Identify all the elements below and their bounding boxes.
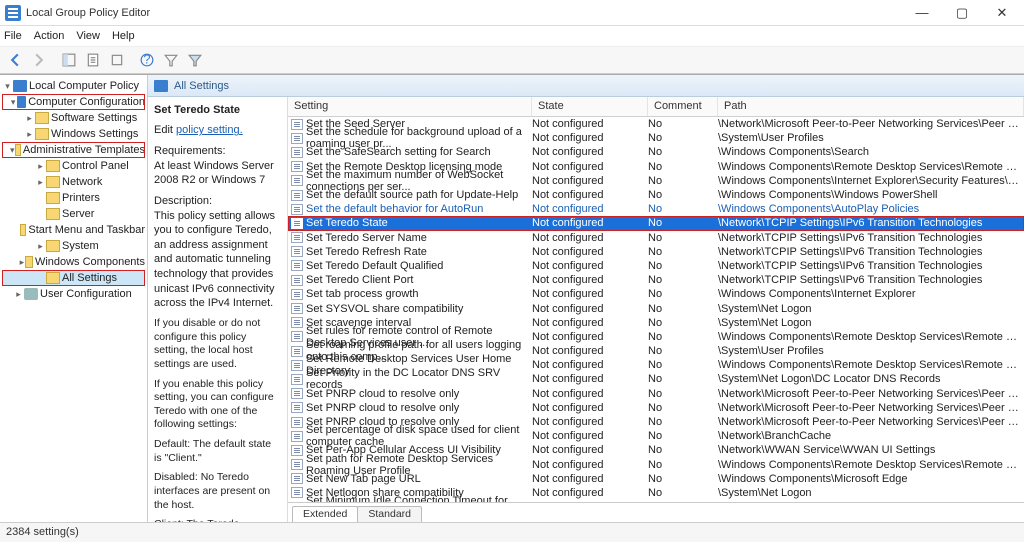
menu-help[interactable]: Help bbox=[112, 30, 135, 42]
setting-row[interactable]: Set Teredo Default QualifiedNot configur… bbox=[288, 259, 1024, 273]
tree-user-configuration[interactable]: ▸User Configuration bbox=[2, 286, 145, 302]
setting-row[interactable]: Set the SafeSearch setting for SearchNot… bbox=[288, 145, 1024, 159]
setting-row[interactable]: Set Priority in the DC Locator DNS SRV r… bbox=[288, 372, 1024, 386]
tree-windows-settings[interactable]: ▸Windows Settings bbox=[2, 126, 145, 142]
tree-pane[interactable]: ▾Local Computer Policy ▾Computer Configu… bbox=[0, 75, 148, 522]
setting-row[interactable]: Set Teredo Server NameNot configuredNo\N… bbox=[288, 231, 1024, 245]
tree-printers[interactable]: Printers bbox=[2, 190, 145, 206]
view-tabs: Extended Standard bbox=[288, 502, 1024, 522]
content-header-label: All Settings bbox=[174, 80, 229, 92]
setting-icon bbox=[291, 360, 303, 371]
tree-network[interactable]: ▸Network bbox=[2, 174, 145, 190]
setting-icon bbox=[291, 133, 303, 144]
help-button[interactable]: ? bbox=[135, 49, 159, 71]
setting-icon bbox=[291, 346, 303, 357]
export-button[interactable] bbox=[105, 49, 129, 71]
folder-icon bbox=[154, 80, 168, 92]
maximize-button[interactable]: ▢ bbox=[942, 0, 982, 26]
minimize-button[interactable]: — bbox=[902, 0, 942, 26]
setting-row[interactable]: Set Teredo StateNot configuredNo\Network… bbox=[288, 216, 1024, 230]
app-icon bbox=[5, 5, 21, 21]
tree-start-menu-taskbar[interactable]: Start Menu and Taskbar bbox=[2, 222, 145, 238]
setting-row[interactable]: Set the default behavior for AutoRunNot … bbox=[288, 202, 1024, 216]
tree-computer-configuration[interactable]: ▾Computer Configuration bbox=[2, 94, 145, 110]
column-headers[interactable]: Setting State Comment Path bbox=[288, 97, 1024, 117]
properties-button[interactable] bbox=[81, 49, 105, 71]
setting-icon bbox=[291, 374, 303, 385]
filter-button[interactable] bbox=[159, 49, 183, 71]
toolbar: ? bbox=[0, 46, 1024, 74]
setting-icon bbox=[291, 218, 303, 229]
setting-icon bbox=[291, 388, 303, 399]
tree-administrative-templates[interactable]: ▾Administrative Templates bbox=[2, 142, 145, 158]
setting-icon bbox=[291, 190, 303, 201]
setting-icon bbox=[291, 417, 303, 428]
setting-icon bbox=[291, 232, 303, 243]
menubar: File Action View Help bbox=[0, 26, 1024, 46]
setting-icon bbox=[291, 147, 303, 158]
tab-standard[interactable]: Standard bbox=[357, 506, 422, 522]
setting-icon bbox=[291, 459, 303, 470]
col-setting[interactable]: Setting bbox=[288, 97, 532, 116]
back-button[interactable] bbox=[3, 49, 27, 71]
description-panel: Set Teredo State Edit policy setting. Re… bbox=[148, 97, 288, 522]
setting-row[interactable]: Set SYSVOL share compatibilityNot config… bbox=[288, 301, 1024, 315]
menu-action[interactable]: Action bbox=[34, 30, 65, 42]
tree-root[interactable]: ▾Local Computer Policy bbox=[2, 78, 145, 94]
svg-text:?: ? bbox=[143, 53, 150, 67]
setting-row[interactable]: Set Teredo Client PortNot configuredNo\N… bbox=[288, 273, 1024, 287]
tree-all-settings[interactable]: All Settings bbox=[2, 270, 145, 286]
filter-options-button[interactable] bbox=[183, 49, 207, 71]
setting-row[interactable]: Set PNRP cloud to resolve onlyNot config… bbox=[288, 387, 1024, 401]
setting-icon bbox=[291, 246, 303, 257]
setting-row[interactable]: Set the default source path for Update-H… bbox=[288, 188, 1024, 202]
tab-extended[interactable]: Extended bbox=[292, 506, 358, 522]
setting-icon bbox=[291, 431, 303, 442]
tree-server[interactable]: Server bbox=[2, 206, 145, 222]
setting-icon bbox=[291, 402, 303, 413]
setting-icon bbox=[291, 260, 303, 271]
titlebar: Local Group Policy Editor — ▢ ✕ bbox=[0, 0, 1024, 26]
setting-icon bbox=[291, 161, 303, 172]
forward-button[interactable] bbox=[27, 49, 51, 71]
menu-view[interactable]: View bbox=[76, 30, 100, 42]
setting-icon bbox=[291, 487, 303, 498]
tree-software-settings[interactable]: ▸Software Settings bbox=[2, 110, 145, 126]
setting-icon bbox=[291, 275, 303, 286]
setting-row[interactable]: Set the maximum number of WebSocket conn… bbox=[288, 174, 1024, 188]
setting-row[interactable]: Set percentage of disk space used for cl… bbox=[288, 429, 1024, 443]
setting-icon bbox=[291, 175, 303, 186]
setting-row[interactable]: Set tab process growthNot configuredNo\W… bbox=[288, 287, 1024, 301]
show-hide-tree-button[interactable] bbox=[57, 49, 81, 71]
setting-row[interactable]: Set PNRP cloud to resolve onlyNot config… bbox=[288, 401, 1024, 415]
col-path[interactable]: Path bbox=[718, 97, 1024, 116]
setting-icon bbox=[291, 303, 303, 314]
setting-row[interactable]: Set path for Remote Desktop Services Roa… bbox=[288, 458, 1024, 472]
edit-policy-link[interactable]: policy setting. bbox=[176, 124, 243, 136]
col-comment[interactable]: Comment bbox=[648, 97, 718, 116]
col-state[interactable]: State bbox=[532, 97, 648, 116]
setting-row[interactable]: Set the schedule for background upload o… bbox=[288, 131, 1024, 145]
window-title: Local Group Policy Editor bbox=[26, 7, 902, 19]
status-text: 2384 setting(s) bbox=[6, 526, 79, 538]
setting-icon bbox=[291, 204, 303, 215]
setting-row[interactable]: Set Teredo Refresh RateNot configuredNo\… bbox=[288, 245, 1024, 259]
setting-icon bbox=[291, 445, 303, 456]
desc-title: Set Teredo State bbox=[154, 103, 279, 117]
setting-icon bbox=[291, 289, 303, 300]
tree-system[interactable]: ▸System bbox=[2, 238, 145, 254]
setting-icon bbox=[291, 119, 303, 130]
settings-list: Setting State Comment Path Set the Seed … bbox=[288, 97, 1024, 522]
menu-file[interactable]: File bbox=[4, 30, 22, 42]
setting-icon bbox=[291, 331, 303, 342]
setting-row[interactable]: Set New Tab page URLNot configuredNo\Win… bbox=[288, 472, 1024, 486]
setting-icon bbox=[291, 317, 303, 328]
close-button[interactable]: ✕ bbox=[982, 0, 1022, 26]
tree-control-panel[interactable]: ▸Control Panel bbox=[2, 158, 145, 174]
tree-windows-components[interactable]: ▸Windows Components bbox=[2, 254, 145, 270]
status-bar: 2384 setting(s) bbox=[0, 522, 1024, 542]
setting-icon bbox=[291, 473, 303, 484]
content-header: All Settings bbox=[148, 75, 1024, 97]
